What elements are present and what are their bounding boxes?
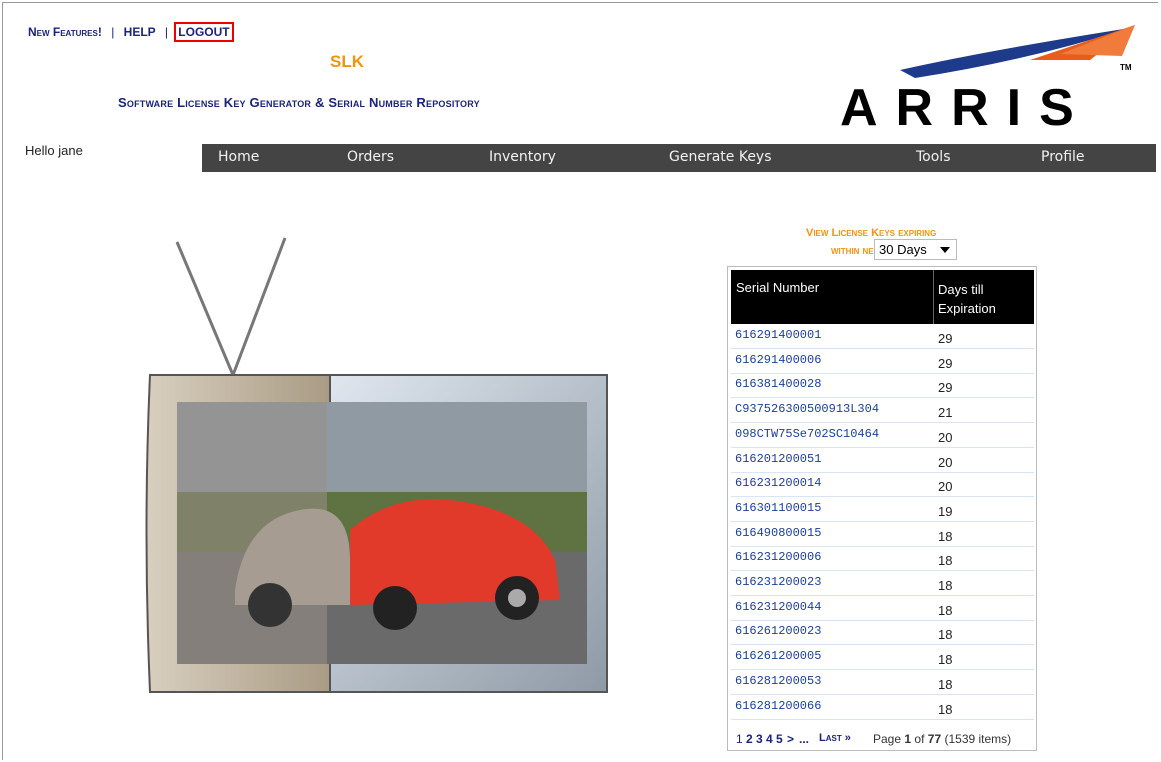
days-till-expiration: 18 (938, 528, 953, 544)
top-links: New Features! | HELP | LOGOUT (28, 22, 234, 42)
page-4-link[interactable]: 4 (766, 732, 773, 746)
nav-tools[interactable]: Tools (916, 149, 951, 165)
days-till-expiration: 18 (938, 652, 953, 668)
days-till-expiration: 29 (938, 331, 953, 346)
help-link[interactable]: HELP (124, 25, 156, 39)
page-3-link[interactable]: 3 (756, 732, 763, 746)
grid-pager: 1 2 3 4 5 > ... Last » Page 1 of 77 (153… (731, 729, 1034, 749)
page-2-link[interactable]: 2 (746, 732, 753, 746)
table-row: 616231200044 18 (731, 596, 1034, 621)
table-row: 616261200023 18 (731, 620, 1034, 646)
logo-text: ARRIS (840, 79, 1092, 135)
app-short-name: SLK (330, 52, 364, 71)
separator: | (111, 25, 115, 39)
app-subtitle: Software License Key Generator & Serial … (118, 95, 480, 110)
days-till-expiration: 18 (938, 602, 953, 618)
table-row: 616231200023 18 (731, 571, 1034, 596)
serial-number-link[interactable]: 616381400028 (735, 377, 821, 391)
expiring-keys-grid: Serial Number Days till Expiration 616291… (727, 266, 1037, 751)
serial-number-link[interactable]: 616301100015 (735, 501, 821, 515)
serial-number-link[interactable]: 616490800015 (735, 526, 821, 540)
header-serial-number[interactable]: Serial Number (736, 280, 819, 295)
table-row: 098CTW75Se702SC10464 20 (731, 423, 1034, 448)
table-row: 616231200014 20 (731, 472, 1034, 498)
table-row: C937526300500913L304 21 (731, 398, 1034, 424)
nav-profile[interactable]: Profile (1041, 149, 1085, 165)
table-row: 616291400006 29 (731, 349, 1034, 374)
greeting: Hello jane (25, 143, 83, 158)
serial-number-link[interactable]: 616231200006 (735, 550, 821, 564)
serial-number-link[interactable]: 616261200005 (735, 649, 821, 663)
serial-number-link[interactable]: 616231200014 (735, 476, 821, 490)
serial-number-link[interactable]: 616281200066 (735, 699, 821, 713)
pager-ellipsis[interactable]: ... (799, 732, 809, 746)
days-till-expiration: 18 (938, 578, 953, 593)
table-row: 616381400028 29 (731, 373, 1034, 399)
header-days-till-expiration[interactable]: Days till Expiration (938, 280, 996, 318)
pager-info: Page 1 of 77 (1539 items) (873, 732, 1012, 746)
new-features-link[interactable]: New Features! (28, 25, 102, 39)
serial-number-link[interactable]: 616281200053 (735, 674, 821, 688)
table-row: 616301100015 19 (731, 497, 1034, 522)
table-row: 616231200006 18 (731, 546, 1034, 572)
tv-car-image (145, 237, 608, 693)
serial-number-link[interactable]: 616291400006 (735, 353, 821, 367)
days-select[interactable]: 30 Days (874, 239, 957, 260)
main-nav: Home Orders Inventory Generate Keys Tool… (202, 144, 1156, 172)
days-select-value: 30 Days (879, 242, 927, 257)
serial-number-link[interactable]: 616231200044 (735, 600, 821, 614)
serial-number-link[interactable]: 098CTW75Se702SC10464 (735, 427, 879, 441)
days-till-expiration: 21 (938, 405, 953, 421)
days-till-expiration: 18 (938, 701, 953, 717)
days-till-expiration: 18 (938, 627, 953, 643)
days-till-expiration: 29 (938, 380, 953, 396)
days-till-expiration: 19 (938, 503, 953, 519)
serial-number-link[interactable]: 616261200023 (735, 624, 821, 638)
serial-number-link[interactable]: 616291400001 (735, 328, 821, 342)
next-page-link[interactable]: > (787, 732, 794, 746)
separator: | (164, 25, 168, 39)
table-row: 616281200066 18 (731, 695, 1034, 720)
table-row: 616490800015 18 (731, 522, 1034, 547)
header-divider (933, 270, 934, 324)
arris-logo: TM ARRIS (840, 25, 1135, 135)
nav-generate-keys[interactable]: Generate Keys (669, 149, 772, 165)
page-5-link[interactable]: 5 (776, 732, 783, 746)
nav-home[interactable]: Home (218, 149, 259, 165)
logo-tm: TM (1120, 63, 1132, 72)
table-row: 616291400001 29 (731, 324, 1034, 349)
days-till-expiration: 20 (938, 479, 953, 495)
serial-number-link[interactable]: 616231200023 (735, 575, 821, 589)
serial-number-link[interactable]: 616201200051 (735, 452, 821, 466)
days-till-expiration: 18 (938, 553, 953, 569)
table-row: 616281200053 18 (731, 670, 1034, 695)
table-row: 616261200005 18 (731, 645, 1034, 671)
nav-orders[interactable]: Orders (347, 149, 394, 165)
nav-inventory[interactable]: Inventory (489, 149, 556, 165)
serial-number-link[interactable]: C937526300500913L304 (735, 402, 879, 416)
last-page-link[interactable]: Last » (819, 732, 851, 744)
days-till-expiration: 18 (938, 676, 953, 692)
grid-header: Serial Number Days till Expiration (731, 270, 1034, 324)
page-1-link[interactable]: 1 (736, 732, 743, 746)
logout-link[interactable]: LOGOUT (174, 22, 234, 42)
days-till-expiration: 20 (938, 454, 953, 470)
chevron-down-icon (940, 247, 950, 253)
days-till-expiration: 29 (938, 355, 953, 371)
table-row: 616201200051 20 (731, 448, 1034, 473)
days-till-expiration: 20 (938, 429, 953, 445)
